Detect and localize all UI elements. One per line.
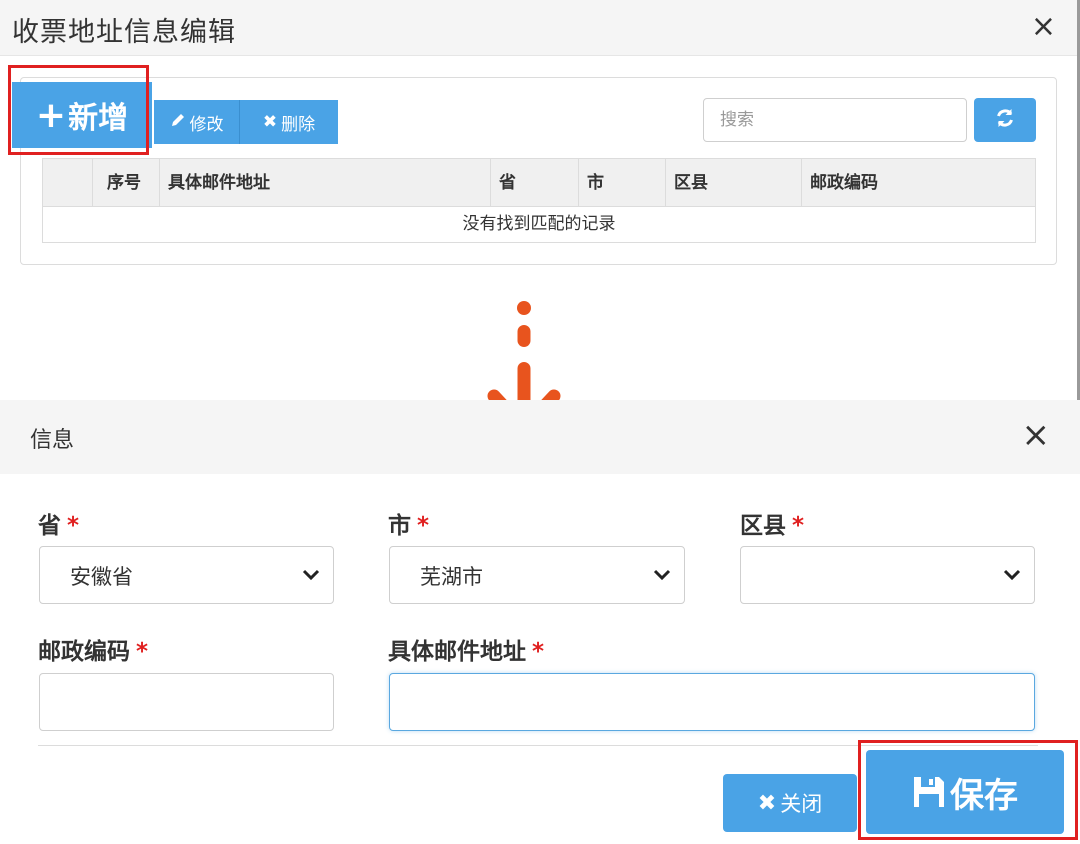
column-header-postcode[interactable]: 邮政编码: [802, 159, 1035, 207]
city-select[interactable]: 芜湖市: [389, 546, 685, 604]
required-mark: *: [417, 513, 430, 539]
dialog-header: 收票地址信息编辑 ×: [0, 0, 1080, 56]
column-header-checkbox[interactable]: [43, 159, 93, 207]
save-button-label: 保存: [950, 775, 1018, 816]
province-select-value: 安徽省: [70, 565, 133, 589]
screenshot-stage: 收票地址信息编辑 × + 新增 修改 ✖ 删除 搜索 序号 具体邮件地址 省 市…: [0, 0, 1080, 844]
column-header-district[interactable]: 区县: [666, 159, 802, 207]
close-button[interactable]: ✖ 关闭: [723, 774, 857, 832]
save-button[interactable]: 保存: [866, 750, 1064, 834]
x-icon: ✖: [262, 112, 278, 132]
required-mark: *: [136, 639, 149, 665]
add-button[interactable]: + 新增: [12, 82, 152, 148]
info-dialog-title: 信息: [30, 428, 75, 453]
close-icon[interactable]: ×: [1031, 12, 1056, 42]
city-label: 市 *: [388, 506, 429, 540]
postcode-label-text: 邮政编码: [38, 639, 130, 665]
district-select[interactable]: [740, 546, 1035, 604]
column-header-city[interactable]: 市: [579, 159, 666, 207]
city-label-text: 市: [388, 513, 411, 539]
chevron-down-icon: [1003, 569, 1021, 581]
pencil-icon: [170, 112, 186, 133]
required-mark: *: [67, 513, 80, 539]
chevron-down-icon: [302, 569, 320, 581]
search-input[interactable]: [703, 98, 967, 142]
edit-button-label: 修改: [189, 114, 224, 135]
column-header-address[interactable]: 具体邮件地址: [160, 159, 491, 207]
table-header: 序号 具体邮件地址 省 市 区县 邮政编码: [43, 159, 1035, 207]
postcode-label: 邮政编码 *: [38, 632, 148, 666]
edit-button[interactable]: 修改: [154, 100, 240, 144]
plus-icon: +: [35, 94, 67, 136]
column-header-province[interactable]: 省: [491, 159, 579, 207]
postcode-field[interactable]: [39, 673, 334, 731]
required-mark: *: [792, 513, 805, 539]
refresh-icon: [994, 107, 1016, 133]
x-icon: ✖: [757, 790, 777, 816]
district-label-text: 区县: [740, 513, 786, 539]
address-label-text: 具体邮件地址: [388, 639, 526, 665]
address-table: 序号 具体邮件地址 省 市 区县 邮政编码 没有找到匹配的记录: [42, 158, 1036, 243]
info-dialog-header: [0, 400, 1080, 474]
dialog-title: 收票地址信息编辑: [12, 17, 236, 48]
district-label: 区县 *: [740, 506, 804, 540]
address-label: 具体邮件地址 *: [388, 632, 544, 666]
city-select-value: 芜湖市: [420, 565, 483, 589]
province-label-text: 省: [38, 513, 61, 539]
province-label: 省 *: [38, 506, 79, 540]
close-button-label: 关闭: [780, 792, 823, 816]
required-mark: *: [532, 639, 545, 665]
refresh-button[interactable]: [974, 98, 1036, 142]
province-select[interactable]: 安徽省: [39, 546, 334, 604]
floppy-disk-icon: [912, 775, 946, 809]
chevron-down-icon: [653, 569, 671, 581]
delete-button-label: 删除: [281, 114, 316, 135]
footer-divider: [38, 745, 1038, 746]
column-header-index[interactable]: 序号: [93, 159, 160, 207]
add-button-label: 新增: [68, 101, 129, 136]
address-field[interactable]: [389, 673, 1035, 731]
delete-button[interactable]: ✖ 删除: [240, 100, 338, 144]
empty-table-message: 没有找到匹配的记录: [462, 214, 616, 234]
close-icon[interactable]: ×: [1022, 418, 1051, 452]
